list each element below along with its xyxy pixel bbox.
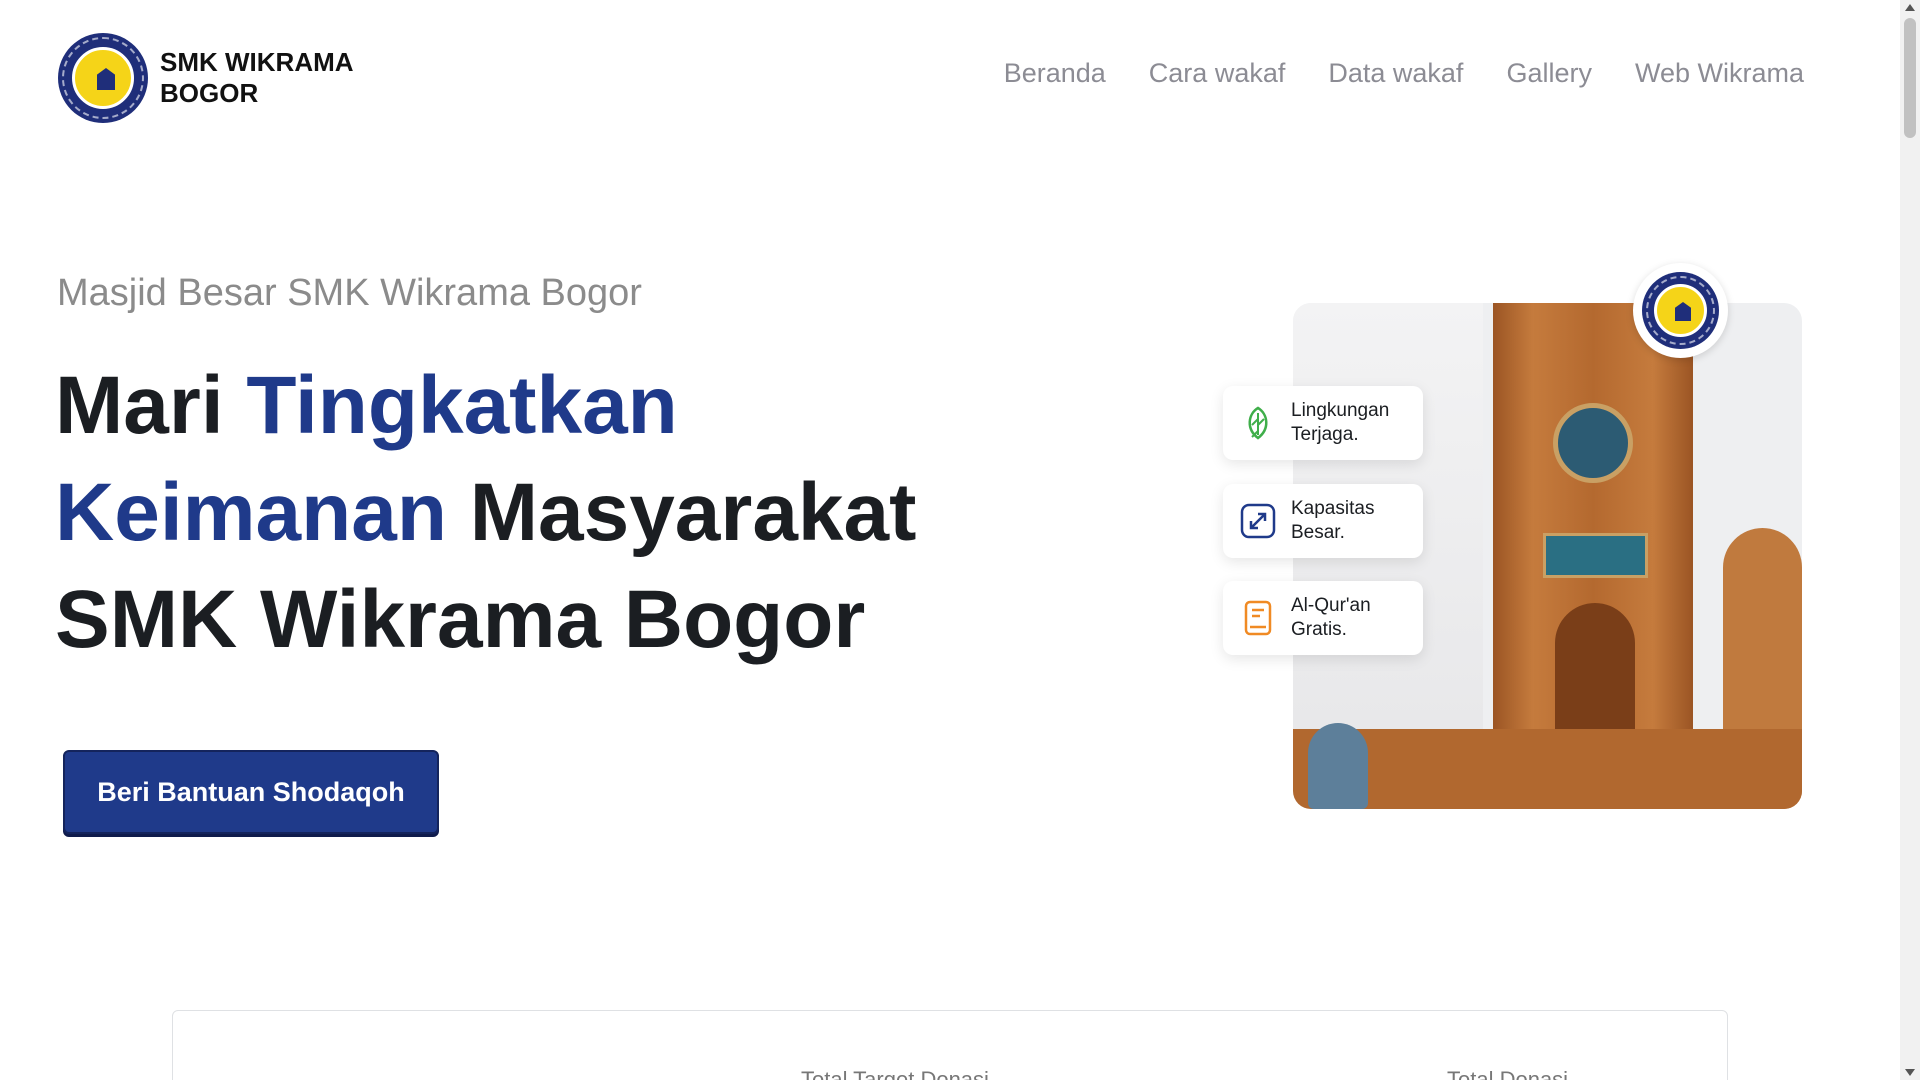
headline-part-3: SMK Wikrama Bogor [55, 574, 866, 665]
leaf-icon [1239, 404, 1277, 442]
brand-name: SMK WIKRAMA BOGOR [160, 47, 354, 109]
feature-lingkungan: Lingkungan Terjaga. [1223, 386, 1423, 460]
hero-subtitle: Masjid Besar SMK Wikrama Bogor [57, 272, 642, 314]
school-logo-icon [58, 33, 148, 123]
site-header: SMK WIKRAMA BOGOR Beranda Cara wakaf Dat… [0, 0, 1900, 150]
school-logo-small-icon [1642, 272, 1719, 349]
expand-icon [1239, 502, 1277, 540]
main-nav: Beranda Cara wakaf Data wakaf Gallery We… [1004, 58, 1804, 89]
feature-line-2: Gratis. [1291, 619, 1347, 640]
total-donation-label: Total Donasi [1447, 1067, 1569, 1080]
brand-line-1: SMK WIKRAMA [160, 47, 354, 77]
scroll-up-icon[interactable] [1905, 4, 1915, 11]
donate-button[interactable]: Beri Bantuan Shodaqoh [63, 750, 439, 834]
headline-highlight-1: Tingkatkan [246, 360, 678, 451]
feature-line-1: Kapasitas [1291, 498, 1375, 519]
feature-line-1: Al-Qur'an [1291, 595, 1371, 616]
nav-gallery[interactable]: Gallery [1506, 58, 1592, 89]
feature-line-2: Besar. [1291, 522, 1345, 543]
headline-part-1: Mari [55, 360, 247, 451]
book-icon [1239, 599, 1277, 637]
headline-part-2: Masyarakat [446, 467, 917, 558]
scrollbar-thumb[interactable] [1904, 18, 1916, 138]
headline-highlight-2: Keimanan [55, 467, 447, 558]
feature-text: Al-Qur'an Gratis. [1291, 594, 1371, 642]
hero-headline: Mari Tingkatkan Keimanan Masyarakat SMK … [55, 352, 1055, 673]
scroll-down-icon[interactable] [1905, 1069, 1915, 1076]
nav-web-wikrama[interactable]: Web Wikrama [1635, 58, 1804, 89]
feature-line-1: Lingkungan [1291, 400, 1390, 421]
feature-kapasitas: Kapasitas Besar. [1223, 484, 1423, 558]
nav-beranda[interactable]: Beranda [1004, 58, 1106, 89]
photo-logo-badge [1633, 263, 1728, 358]
page-scrollbar[interactable] [1900, 0, 1920, 1080]
donation-stats-card: Total Target Donasi Total Donasi [172, 1010, 1728, 1080]
brand-line-2: BOGOR [160, 78, 259, 108]
feature-text: Lingkungan Terjaga. [1291, 399, 1389, 447]
nav-cara-wakaf[interactable]: Cara wakaf [1149, 58, 1286, 89]
brand[interactable]: SMK WIKRAMA BOGOR [58, 33, 354, 123]
nav-data-wakaf[interactable]: Data wakaf [1328, 58, 1463, 89]
total-target-label: Total Target Donasi [801, 1067, 989, 1080]
feature-line-2: Terjaga. [1291, 424, 1359, 445]
feature-alquran: Al-Qur'an Gratis. [1223, 581, 1423, 655]
feature-text: Kapasitas Besar. [1291, 497, 1374, 545]
